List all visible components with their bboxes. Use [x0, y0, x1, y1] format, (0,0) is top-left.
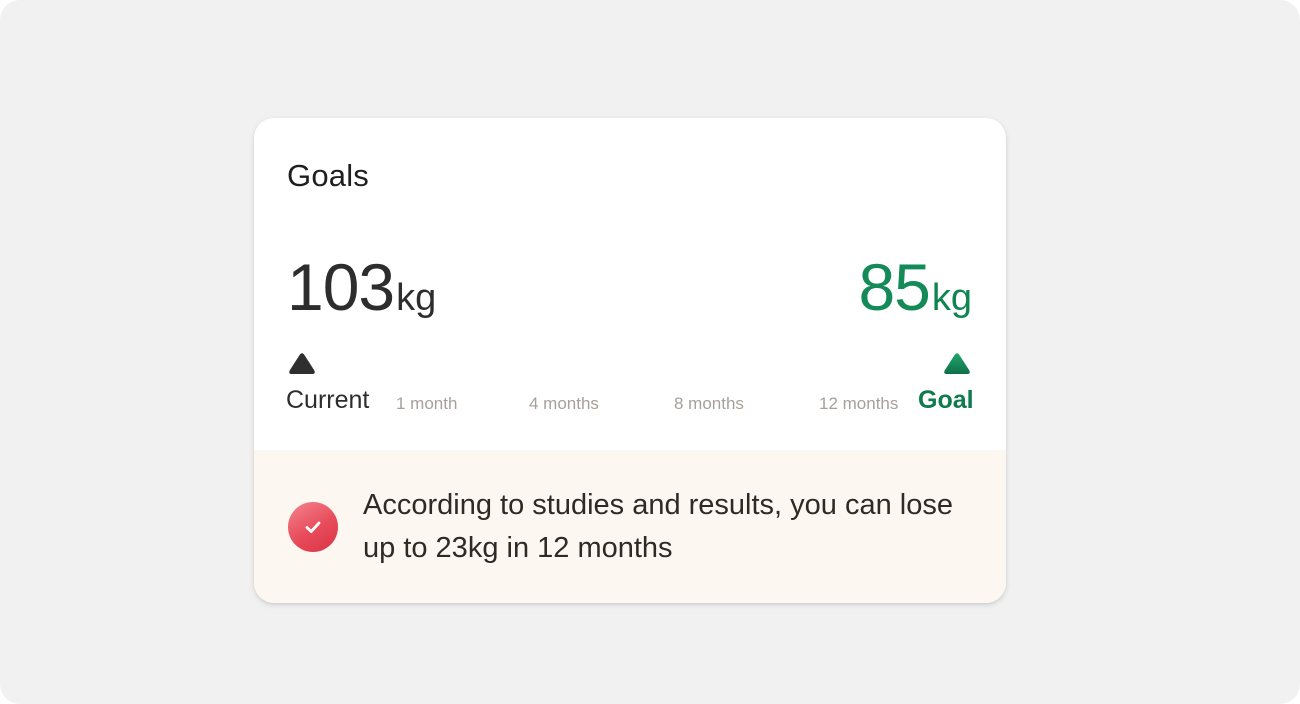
info-text: According to studies and results, you ca… [363, 489, 953, 564]
timeline-tick: 4 months [529, 394, 599, 413]
current-label: Current [286, 386, 370, 414]
timeline-tick: 8 months [674, 394, 744, 413]
goals-card: Goals 103 kg 85 kg Current 1 month 4 mon… [254, 118, 1006, 603]
current-marker-icon [289, 353, 315, 374]
current-weight-unit: kg [396, 277, 437, 319]
background-frame: Goals 103 kg 85 kg Current 1 month 4 mon… [0, 0, 1300, 704]
timeline-tick: 12 months [819, 394, 899, 413]
timeline-tick: 1 month [396, 394, 458, 413]
goal-label: Goal [918, 386, 974, 414]
current-weight-value: 103 [287, 250, 395, 324]
info-footer: According to studies and results, you ca… [254, 450, 1006, 603]
goal-weight: 85 kg [858, 254, 972, 320]
check-icon [288, 502, 338, 552]
goal-weight-unit: kg [931, 277, 972, 319]
goal-marker-icon [944, 353, 970, 374]
current-weight: 103 kg [287, 254, 436, 320]
card-title: Goals [287, 158, 369, 193]
goal-weight-value: 85 [858, 250, 930, 324]
